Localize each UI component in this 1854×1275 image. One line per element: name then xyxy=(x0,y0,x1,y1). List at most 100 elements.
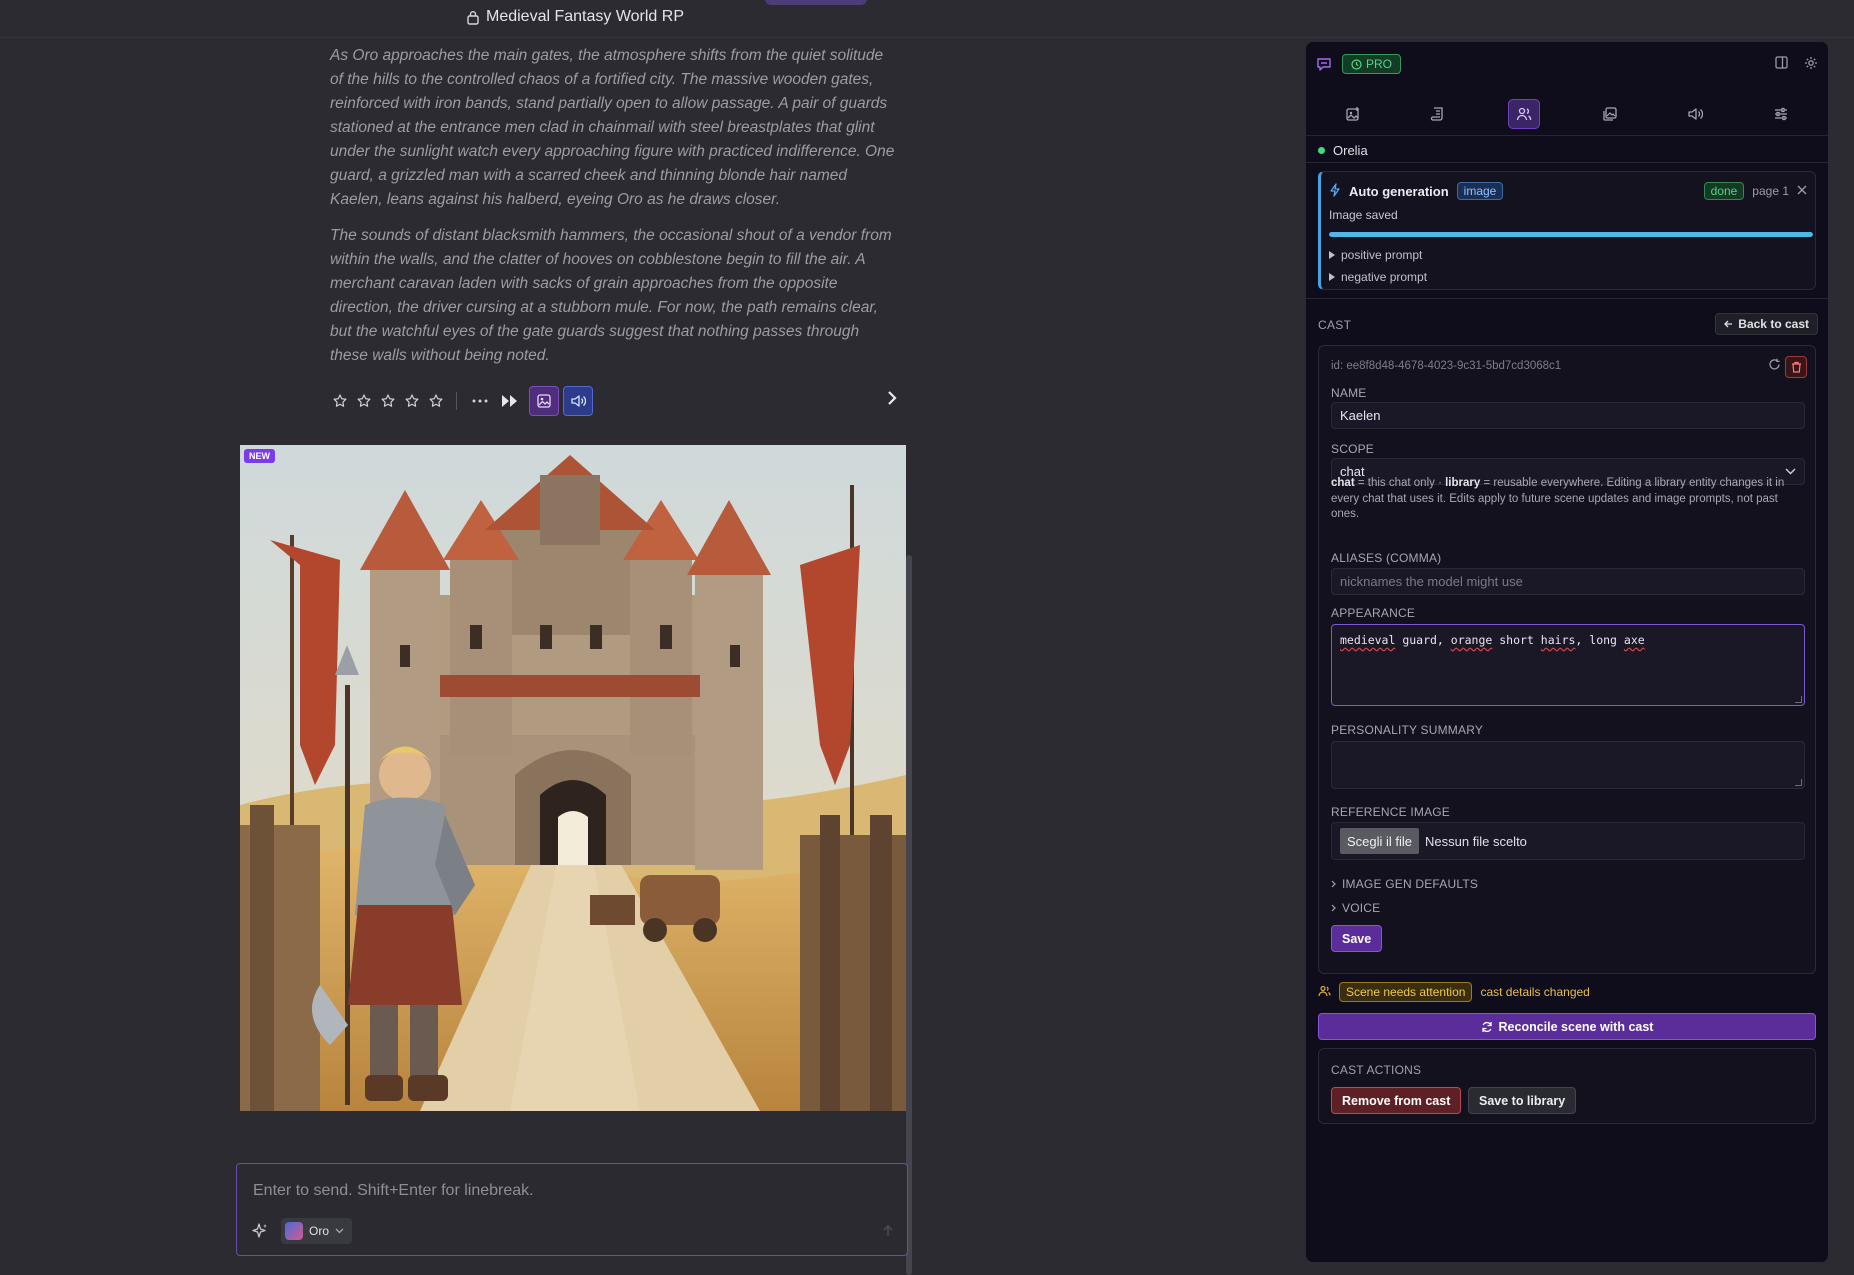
scope-help-text: chat = this chat only · library = reusab… xyxy=(1331,476,1805,523)
message-composer: Oro xyxy=(236,1163,908,1256)
generation-message: Image saved xyxy=(1329,208,1398,222)
sparkle-icon[interactable] xyxy=(251,1222,269,1245)
image-edit-icon[interactable] xyxy=(1337,99,1369,129)
appearance-text: medieval xyxy=(1340,633,1396,647)
cast-actions-label: CAST ACTIONS xyxy=(1331,1063,1422,1077)
panel-tabs xyxy=(1306,92,1828,136)
users-icon[interactable] xyxy=(1508,98,1541,129)
choose-file-button[interactable]: Scegli il file xyxy=(1340,828,1420,854)
speaker-icon[interactable] xyxy=(563,386,593,416)
personality-textarea[interactable] xyxy=(1331,741,1805,789)
generated-scene-image[interactable] xyxy=(240,445,906,1111)
remove-from-cast-button[interactable]: Remove from cast xyxy=(1331,1087,1462,1114)
pro-badge: PRO xyxy=(1342,54,1402,74)
character-selector[interactable]: Oro xyxy=(281,1218,353,1244)
pro-label: PRO xyxy=(1366,57,1393,71)
save-button[interactable]: Save xyxy=(1331,925,1383,952)
reference-image-input: Scegli il file Nessun file scelto xyxy=(1331,822,1805,860)
status-badge: done xyxy=(1703,182,1745,200)
negative-prompt-toggle[interactable]: negative prompt xyxy=(1329,270,1427,284)
panel-header: PRO xyxy=(1306,42,1828,88)
trash-icon[interactable] xyxy=(1785,356,1807,378)
caret-right-icon xyxy=(1329,273,1335,281)
appearance-text: orange xyxy=(1450,633,1493,647)
clock-icon xyxy=(1351,58,1362,70)
negative-prompt-label: negative prompt xyxy=(1341,270,1428,284)
gear-icon[interactable] xyxy=(1804,56,1818,75)
online-status-dot xyxy=(1318,146,1325,154)
positive-prompt-label: positive prompt xyxy=(1341,248,1423,262)
cast-actions-card: CAST ACTIONS Remove from cast Save to li… xyxy=(1318,1048,1816,1124)
sliders-icon[interactable] xyxy=(1765,99,1797,129)
message-input[interactable] xyxy=(253,1182,873,1200)
auto-generation-card: Auto generation image done page 1 Image … xyxy=(1318,171,1816,290)
appearance-label: APPEARANCE xyxy=(1331,606,1416,620)
fast-forward-icon[interactable] xyxy=(495,386,525,416)
layout-icon[interactable] xyxy=(1775,56,1788,75)
star-icon[interactable] xyxy=(352,389,376,413)
cast-section-label: CAST xyxy=(1318,318,1352,332)
generation-progress-fill xyxy=(1329,232,1813,237)
message-paragraph: The sounds of distant blacksmith hammers… xyxy=(330,227,892,364)
lock-icon xyxy=(467,10,479,25)
top-bar: Medieval Fantasy World RP xyxy=(0,0,1854,38)
active-character-name: Orelia xyxy=(1333,142,1368,158)
resize-handle[interactable] xyxy=(1795,696,1802,703)
scene-attention-row: Scene needs attention cast details chang… xyxy=(1318,982,1590,1002)
scope-help-chat: chat xyxy=(1331,477,1355,489)
personality-label: PERSONALITY SUMMARY xyxy=(1331,723,1484,737)
attention-text: cast details changed xyxy=(1480,985,1590,999)
caret-right-icon xyxy=(1329,251,1335,259)
reference-image-label: REFERENCE IMAGE xyxy=(1331,805,1451,819)
scroll-icon[interactable] xyxy=(1422,99,1454,129)
image-gen-defaults-label: IMAGE GEN DEFAULTS xyxy=(1342,877,1479,891)
refresh-icon[interactable] xyxy=(1768,358,1781,376)
name-label: NAME xyxy=(1331,386,1367,400)
image-icon[interactable] xyxy=(529,386,559,416)
assistant-message: As Oro approaches the main gates, the at… xyxy=(330,44,895,380)
image-gen-defaults-toggle[interactable]: IMAGE GEN DEFAULTS xyxy=(1331,877,1478,891)
bolt-icon xyxy=(1329,182,1341,200)
gallery-icon[interactable] xyxy=(1594,99,1626,129)
chevron-right-icon xyxy=(1331,880,1336,888)
chat-title: Medieval Fantasy World RP xyxy=(466,8,684,26)
users-icon xyxy=(1318,985,1331,1000)
star-icon[interactable] xyxy=(376,389,400,413)
save-to-library-button[interactable]: Save to library xyxy=(1468,1087,1577,1114)
star-icon[interactable] xyxy=(328,389,352,413)
speaker-icon[interactable] xyxy=(1679,99,1711,129)
star-icon[interactable] xyxy=(400,389,424,413)
chat-bubble-icon xyxy=(1316,56,1332,77)
chevron-right-icon[interactable] xyxy=(886,390,898,411)
back-to-cast-button[interactable]: Back to cast xyxy=(1715,313,1818,335)
more-icon[interactable] xyxy=(465,386,495,416)
aliases-field[interactable]: nicknames the model might use xyxy=(1331,568,1805,595)
appearance-text: axe xyxy=(1623,633,1645,647)
character-name: Oro xyxy=(309,1224,330,1238)
close-icon[interactable] xyxy=(1797,184,1807,198)
appearance-text: hairs xyxy=(1540,633,1576,647)
arrow-left-icon xyxy=(1724,320,1733,328)
reconcile-label: Reconcile scene with cast xyxy=(1498,1019,1654,1034)
aliases-label: ALIASES (COMMA) xyxy=(1331,551,1442,565)
top-pill[interactable] xyxy=(765,0,867,5)
scope-label: SCOPE xyxy=(1331,442,1375,456)
voice-toggle[interactable]: VOICE xyxy=(1331,901,1380,915)
file-status: Nessun file scelto xyxy=(1425,833,1527,849)
auto-generation-label: Auto generation xyxy=(1349,183,1449,199)
reconcile-scene-button[interactable]: Reconcile scene with cast xyxy=(1318,1013,1816,1040)
positive-prompt-toggle[interactable]: positive prompt xyxy=(1329,248,1422,262)
active-character: Orelia xyxy=(1318,138,1368,162)
name-field[interactable]: Kaelen xyxy=(1331,402,1805,429)
toolbar-divider xyxy=(456,392,457,410)
panel-header-actions xyxy=(1775,56,1818,75)
star-icon[interactable] xyxy=(424,389,448,413)
side-panel: PRO Orelia Auto generation image done pa… xyxy=(1305,41,1829,1263)
scope-help-chat-desc: = this chat only · xyxy=(1354,477,1446,489)
back-to-cast-label: Back to cast xyxy=(1738,317,1809,331)
resize-handle[interactable] xyxy=(1795,779,1802,786)
divider xyxy=(1306,162,1828,163)
send-arrow-icon[interactable] xyxy=(881,1224,895,1241)
page-indicator: page 1 xyxy=(1752,184,1789,198)
appearance-textarea[interactable]: medieval guard, orange short hairs, long… xyxy=(1331,624,1805,706)
